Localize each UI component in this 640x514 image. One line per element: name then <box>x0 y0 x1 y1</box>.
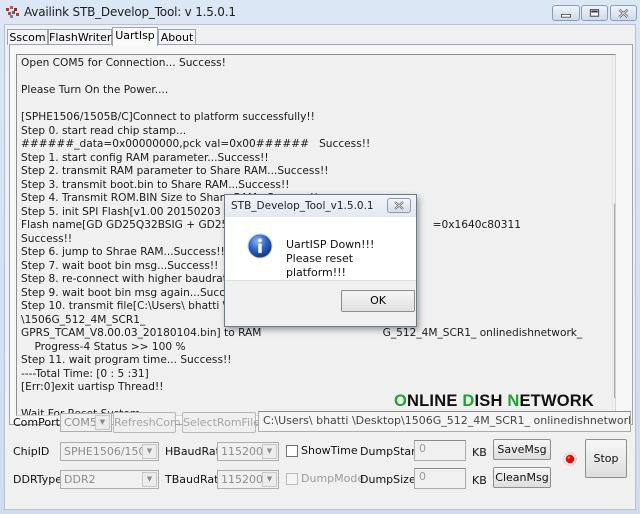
dialog-footer: OK <box>225 280 416 326</box>
log-scrollbar[interactable]: ▲ ▼ <box>612 55 615 415</box>
dialog-message: UartISP Down!!! Please reset platform!!! <box>286 238 416 280</box>
chevron-down-icon: ▼ <box>142 472 157 487</box>
chevron-down-icon: ▼ <box>262 472 277 487</box>
chipid-label: ChipID <box>13 445 50 458</box>
info-icon <box>247 233 273 259</box>
chevron-down-icon: ▼ <box>262 444 277 459</box>
dumpstart-field[interactable]: 0 <box>414 440 466 461</box>
log-line: Step 3. transmit boot.bin to Share RAM..… <box>21 178 290 191</box>
refresh-com-button[interactable]: RefreshCom <box>113 412 181 433</box>
log-line: GPRS_TCAM_V8.00.03_20180104.bin] to RAM … <box>21 327 583 339</box>
chevron-down-icon: ▼ <box>95 415 110 430</box>
log-line: Step 1. start config RAM parameter...Suc… <box>21 151 269 164</box>
dialog-body: UartISP Down!!! Please reset platform!!! <box>225 217 416 281</box>
app-icon <box>6 6 19 18</box>
minimize-button[interactable] <box>552 5 580 21</box>
window-title: Availink STB_Develop_Tool: v 1.5.0.1 <box>24 5 236 19</box>
tbaudrate-value: 115200 <box>221 473 263 486</box>
dialog-title: STB_Develop_Tool_v1.5.0.1 <box>231 200 374 212</box>
rom-path-field[interactable]: C:\Users\ bhatti \Desktop\1506G_512_4M_S… <box>258 411 631 432</box>
brand-watermark: ONLINE DISH NETWORK <box>394 392 594 411</box>
tab-label: Sscom <box>9 31 46 44</box>
dumpmode-checkbox[interactable] <box>286 473 298 485</box>
log-line: ######_data=0x00000000,pck val=0x00#####… <box>21 138 371 150</box>
log-line: Step 0. start read chip stamp... <box>21 124 187 137</box>
message-dialog: STB_Develop_Tool_v1.5.0.1 UartISP Down!!… <box>224 194 417 327</box>
tab-flashwriter[interactable]: FlashWriter <box>48 29 112 45</box>
ddrtype-value: DDR2 <box>64 473 96 486</box>
hbaudrate-select[interactable]: 115200 ▼ <box>217 442 279 461</box>
brand-text: NLINE <box>407 392 463 410</box>
dialog-message-line1: UartISP Down!!! <box>286 238 375 251</box>
comport-select[interactable]: COM5 ▼ <box>60 413 112 432</box>
dumpstart-unit: KB <box>472 446 487 459</box>
ddrtype-label: DDRType <box>13 473 63 486</box>
brand-text: ISH <box>474 392 508 410</box>
log-line: Open COM5 for Connection... Success! <box>21 57 226 69</box>
main-window: Availink STB_Develop_Tool: v 1.5.0.1 Ssc… <box>0 0 640 514</box>
chipid-value: SPHE1506/1505 <box>64 445 153 458</box>
stop-button[interactable]: Stop <box>585 439 627 478</box>
close-icon <box>618 8 629 18</box>
chipid-select[interactable]: SPHE1506/1505 ▼ <box>60 442 159 461</box>
tab-uartisp[interactable]: UartIsp <box>112 27 158 46</box>
brand-text: D <box>462 392 475 410</box>
log-line: Please Turn On the Power.... <box>21 84 169 96</box>
ddrtype-select[interactable]: DDR2 ▼ <box>60 470 159 489</box>
save-msg-button[interactable]: SaveMsg <box>493 439 551 460</box>
log-line: Step 11. wait program time... Success!! <box>21 354 232 366</box>
tbaudrate-select[interactable]: 115200 ▼ <box>217 470 279 489</box>
dialog-title-bar[interactable]: STB_Develop_Tool_v1.5.0.1 <box>225 195 416 217</box>
showtime-label: ShowTime <box>301 444 358 457</box>
log-line: Step 2. transmit RAM parameter to Share … <box>21 165 329 177</box>
scroll-up-arrow-icon[interactable]: ▲ <box>613 55 615 72</box>
dialog-close-button[interactable] <box>387 198 411 213</box>
dumpsize-field[interactable]: 0 <box>414 468 466 489</box>
hbaudrate-value: 115200 <box>221 445 263 458</box>
close-icon <box>394 201 404 210</box>
dumpsize-label: DumpSize <box>360 473 416 486</box>
tab-about[interactable]: About <box>158 29 196 45</box>
dumpsize-unit: KB <box>472 474 487 487</box>
tab-label: FlashWriter <box>49 31 112 44</box>
scroll-thumb[interactable] <box>614 203 615 399</box>
close-button[interactable] <box>610 5 637 21</box>
clean-msg-button[interactable]: CleanMsg <box>493 467 551 488</box>
comport-value: COM5 <box>64 416 97 429</box>
dumpstart-label: DumpStart <box>360 445 421 458</box>
dumpmode-label: DumpMode <box>301 472 365 485</box>
brand-text: ETWORK <box>519 392 594 410</box>
status-led-icon <box>563 452 577 466</box>
select-rom-file-button[interactable]: SelectRomFile <box>182 412 260 433</box>
maximize-button[interactable] <box>581 5 608 21</box>
brand-text: O <box>393 392 408 410</box>
ok-button[interactable]: OK <box>341 290 415 312</box>
tab-sscom[interactable]: Sscom <box>7 29 48 45</box>
tab-label: UartIsp <box>115 29 155 42</box>
brand-text: N <box>507 392 520 410</box>
showtime-checkbox[interactable] <box>286 445 298 457</box>
maximize-icon <box>589 9 600 17</box>
log-line: ----Total Time: [0 : 5 :31] <box>21 367 149 380</box>
chevron-down-icon: ▼ <box>142 444 157 459</box>
comport-label: ComPort <box>13 416 60 429</box>
tab-label: About <box>160 31 194 44</box>
dialog-message-line2: Please reset platform!!! <box>286 252 354 279</box>
minimize-icon <box>560 13 571 18</box>
log-line: Progress-4 Status >> 100 % <box>21 340 186 353</box>
title-bar[interactable]: Availink STB_Develop_Tool: v 1.5.0.1 <box>0 0 640 24</box>
log-line: [SPHE1506/1505B/C]Connect to platform su… <box>21 111 315 123</box>
